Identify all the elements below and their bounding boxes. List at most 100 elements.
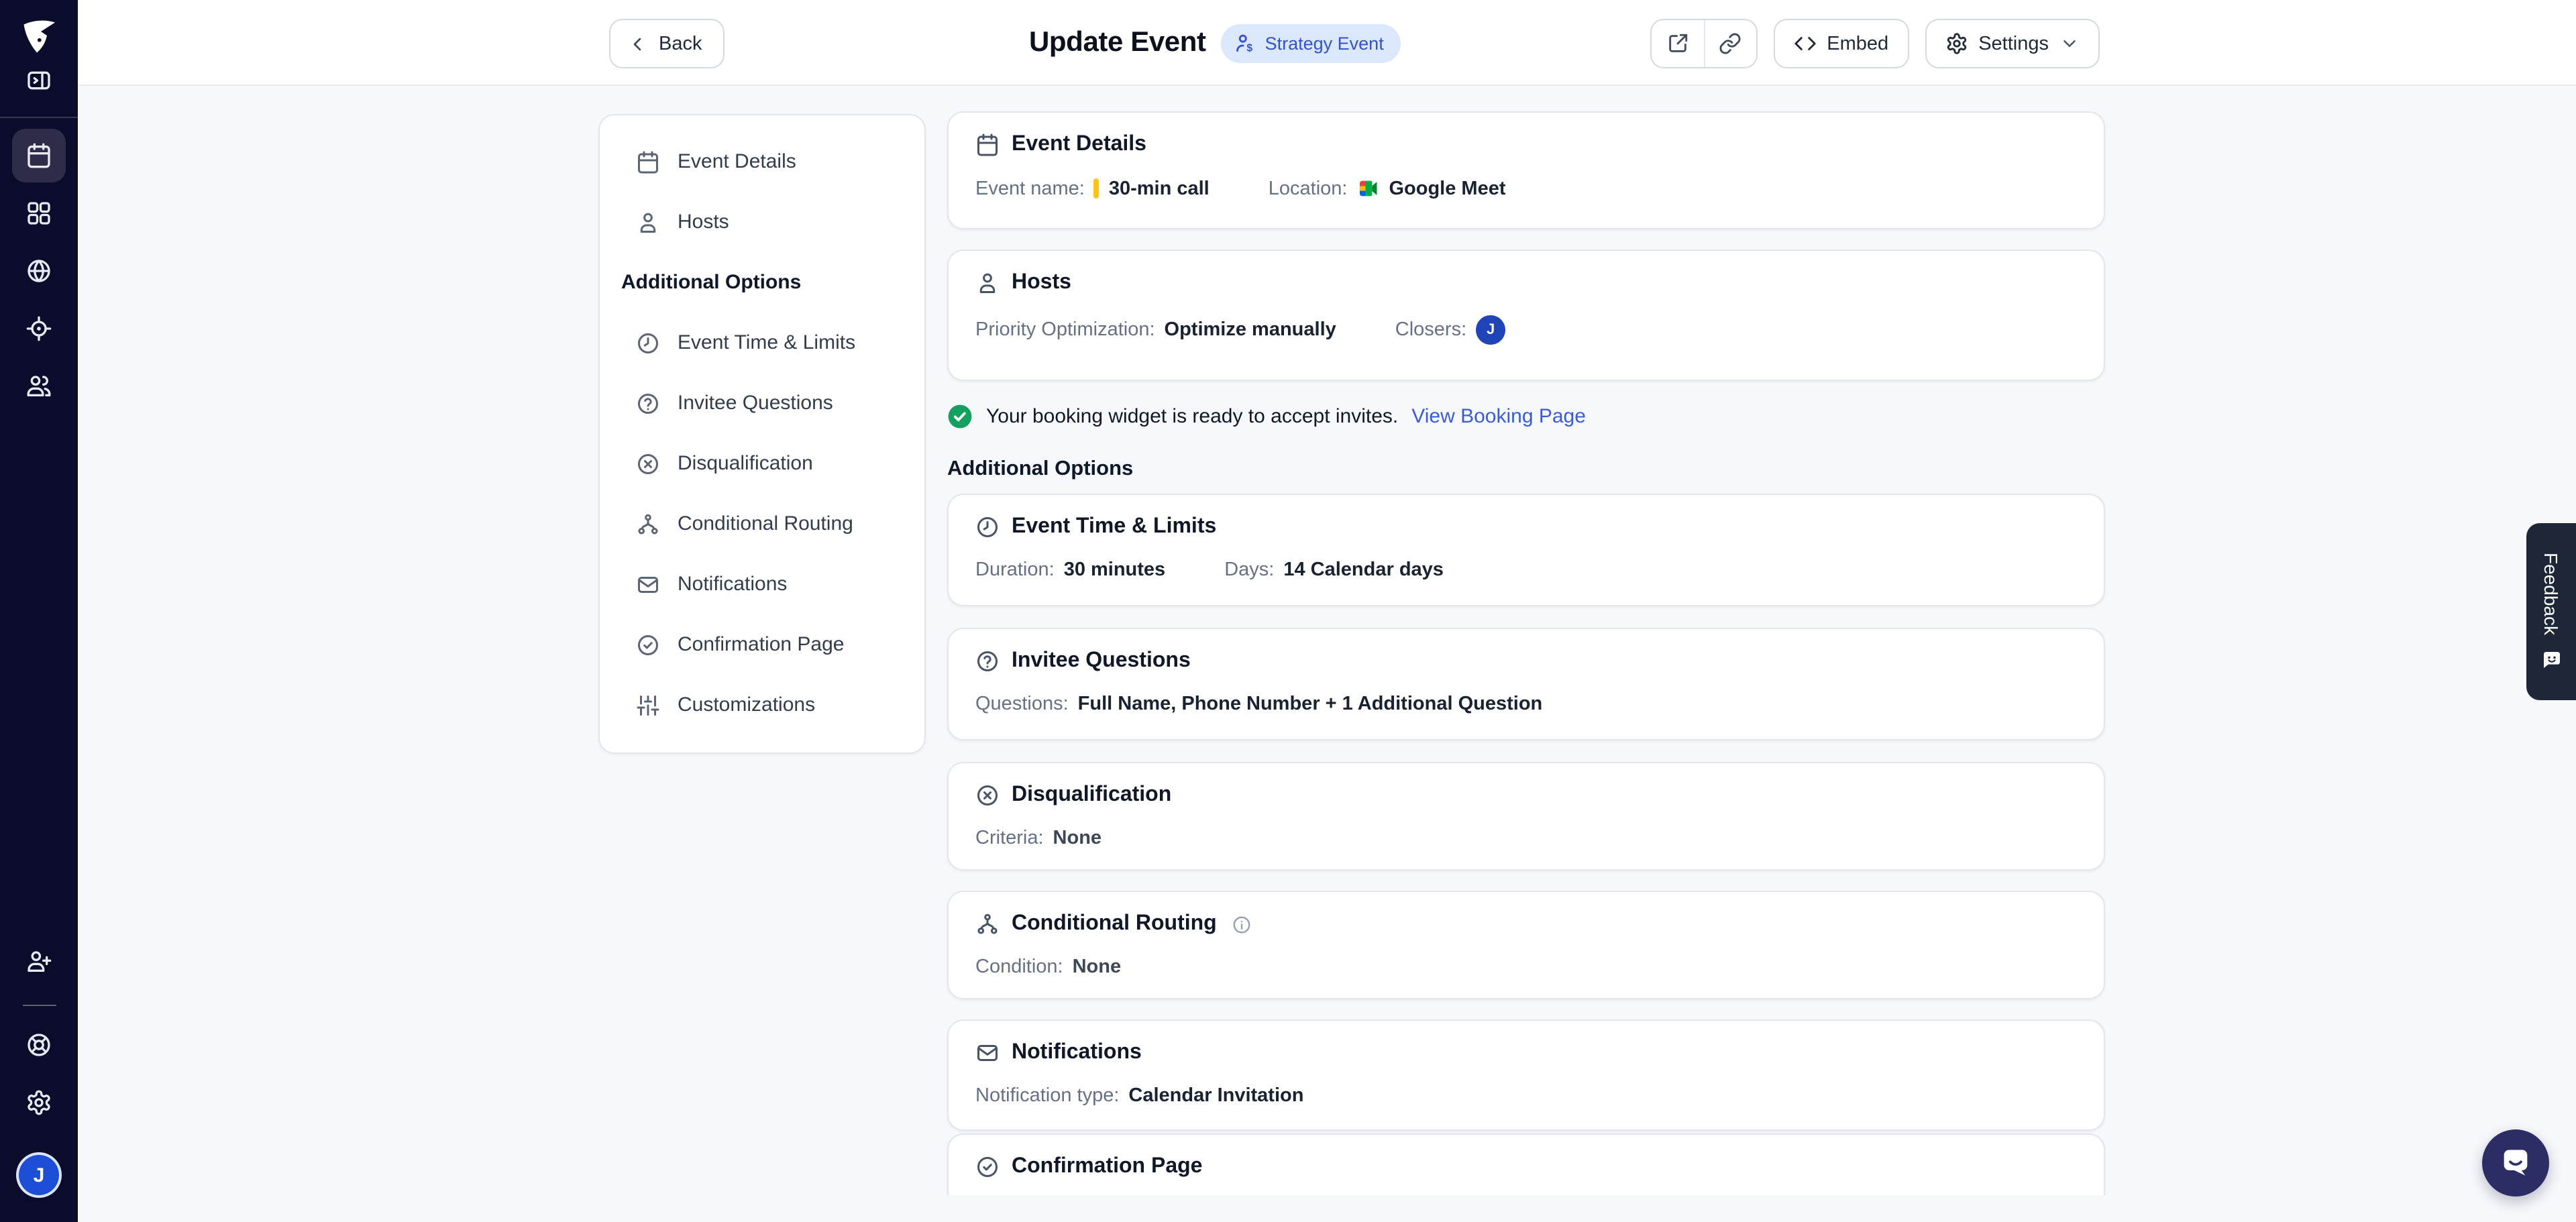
card-title: Disqualification (1012, 783, 1172, 806)
back-button[interactable]: Back (609, 19, 725, 68)
sidebar-item-tracking[interactable] (12, 302, 66, 355)
hosts-card[interactable]: Hosts Priority Optimization: Optimize ma… (947, 249, 2105, 381)
nav-item-confirmation-page[interactable]: Confirmation Page (600, 614, 924, 675)
field-value: Full Name, Phone Number + 1 Additional Q… (1077, 693, 1543, 715)
disqualification-card[interactable]: Disqualification Criteria: None (947, 762, 2105, 871)
booking-status-row: Your booking widget is ready to accept i… (947, 404, 1586, 429)
page-header: Back Update Event Strategy Event Embed S… (78, 0, 2576, 86)
feedback-label: Feedback (2540, 552, 2562, 635)
clock-icon (975, 515, 1000, 539)
nav-label: Invitee Questions (678, 392, 833, 414)
header-actions: Embed Settings (1650, 19, 2100, 68)
conditional-routing-card[interactable]: Conditional Routing Condition: None (947, 891, 2105, 999)
event-color-chip (1093, 178, 1099, 199)
nav-label: Event Time & Limits (678, 331, 856, 354)
user-icon (975, 271, 1000, 295)
sidebar-item-domains[interactable] (12, 244, 66, 298)
x-circle-icon (636, 451, 660, 476)
back-label: Back (659, 33, 702, 54)
field-label: Questions: (975, 693, 1069, 715)
field-value: None (1053, 828, 1102, 849)
x-circle-icon (975, 783, 1000, 808)
invite-user-icon[interactable] (12, 935, 66, 989)
card-title: Hosts (1012, 271, 1071, 294)
feedback-tab[interactable]: Feedback (2526, 523, 2576, 700)
settings-icon[interactable] (12, 1076, 66, 1129)
settings-label: Settings (1978, 33, 2049, 54)
card-title: Notifications (1012, 1041, 1142, 1064)
nav-label: Event Details (678, 150, 796, 173)
page-title: Update Event (1029, 27, 1206, 58)
nav-label: Customizations (678, 693, 816, 716)
nav-label: Disqualification (678, 452, 813, 475)
nav-item-event-details[interactable]: Event Details (600, 131, 924, 192)
notifications-card[interactable]: Notifications Notification type: Calenda… (947, 1019, 2105, 1131)
field-label: Location: (1268, 178, 1348, 199)
title-group: Update Event Strategy Event (1029, 0, 1401, 86)
user-icon (636, 210, 660, 234)
nav-label: Hosts (678, 211, 729, 233)
nav-item-disqualification[interactable]: Disqualification (600, 433, 924, 494)
field-label: Condition: (975, 956, 1063, 978)
open-booking-page-icon[interactable] (1651, 20, 1703, 67)
user-dollar-icon (1234, 32, 1257, 54)
field-value: 30-min call (1108, 178, 1210, 199)
field-label: Days: (1224, 559, 1275, 581)
share-button-group (1650, 19, 1758, 68)
field-value: Optimize manually (1164, 319, 1336, 341)
field-value: Google Meet (1389, 178, 1506, 199)
main-content: Event Details Event name: 30-min call Lo… (947, 0, 2105, 1222)
nav-label: Notifications (678, 573, 788, 596)
embed-button[interactable]: Embed (1773, 19, 1909, 68)
sidebar-divider (0, 117, 78, 118)
settings-button[interactable]: Settings (1925, 19, 2100, 68)
event-details-card[interactable]: Event Details Event name: 30-min call Lo… (947, 111, 2105, 229)
field-value: 14 Calendar days (1283, 559, 1444, 581)
copy-link-icon[interactable] (1703, 20, 1756, 67)
event-type-badge: Strategy Event (1220, 23, 1401, 62)
sidebar-item-apps[interactable] (12, 186, 66, 240)
calendar-icon (636, 150, 660, 174)
route-icon (975, 912, 1000, 936)
nav-item-hosts[interactable]: Hosts (600, 192, 924, 252)
embed-label: Embed (1827, 33, 1889, 54)
sidebar-item-events[interactable] (12, 129, 66, 182)
view-booking-page-link[interactable]: View Booking Page (1411, 405, 1586, 428)
clock-icon (636, 331, 660, 355)
app-window: J Back Update Event Strategy Event Embed (0, 0, 2576, 1222)
app-sidebar: J (0, 0, 78, 1222)
section-nav: Event Details Hosts Additional Options E… (598, 114, 926, 754)
field-label: Event name: (975, 178, 1085, 199)
route-icon (636, 512, 660, 536)
field-value: Calendar Invitation (1128, 1085, 1304, 1107)
nav-label: Confirmation Page (678, 633, 845, 656)
help-icon[interactable] (12, 1018, 66, 1072)
help-circle-icon (975, 649, 1000, 673)
field-label: Notification type: (975, 1085, 1120, 1107)
google-meet-icon (1356, 177, 1379, 200)
invitee-questions-card[interactable]: Invitee Questions Questions: Full Name, … (947, 628, 2105, 740)
check-circle-icon (975, 1155, 1000, 1179)
user-avatar[interactable]: J (16, 1152, 62, 1198)
sidebar-item-team[interactable] (12, 359, 66, 413)
smiley-bubble-icon (2540, 649, 2562, 671)
check-circle-filled-icon (947, 404, 973, 429)
collapse-sidebar-icon[interactable] (12, 58, 66, 103)
nav-item-event-time-limits[interactable]: Event Time & Limits (600, 313, 924, 373)
additional-options-heading: Additional Options (947, 457, 1134, 480)
card-title: Invitee Questions (1012, 649, 1191, 672)
card-title: Conditional Routing (1012, 912, 1217, 935)
card-title: Event Time & Limits (1012, 515, 1217, 538)
sliders-icon (636, 693, 660, 717)
closer-avatar: J (1476, 315, 1506, 345)
help-circle-icon (636, 391, 660, 415)
nav-item-conditional-routing[interactable]: Conditional Routing (600, 494, 924, 554)
nav-item-customizations[interactable]: Customizations (600, 675, 924, 735)
chat-launcher-button[interactable] (2482, 1129, 2549, 1197)
mail-icon (636, 572, 660, 596)
card-title: Event Details (1012, 133, 1146, 156)
nav-item-notifications[interactable]: Notifications (600, 554, 924, 614)
nav-item-invitee-questions[interactable]: Invitee Questions (600, 373, 924, 433)
card-title: Confirmation Page (1012, 1155, 1203, 1178)
event-time-limits-card[interactable]: Event Time & Limits Duration: 30 minutes… (947, 494, 2105, 606)
